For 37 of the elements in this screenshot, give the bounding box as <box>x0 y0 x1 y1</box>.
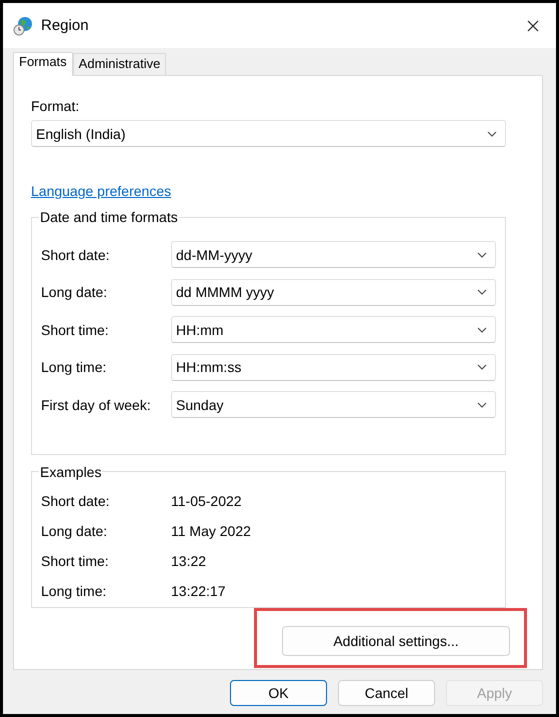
field-label: Long date: <box>41 284 108 300</box>
chevron-down-icon <box>487 130 497 136</box>
close-icon[interactable] <box>527 20 539 32</box>
dialog-button[interactable]: OK <box>230 680 327 706</box>
language-preferences-link[interactable]: Language preferences <box>31 183 172 199</box>
example-label: Short time: <box>41 552 110 569</box>
chevron-down-icon <box>477 402 487 408</box>
group-title: Examples <box>39 464 102 480</box>
chevron-down-icon <box>477 364 487 370</box>
format-dropdown[interactable]: HH:mm:ss <box>171 354 496 380</box>
field-label: Short time: <box>41 322 110 338</box>
field-label: Short date: <box>41 246 110 262</box>
chevron-down-icon <box>477 252 487 258</box>
dialog-button[interactable]: Cancel <box>338 680 435 706</box>
field-label: First day of week: <box>41 396 152 412</box>
group-title: Date and time formats <box>39 209 179 225</box>
window-title: Region <box>41 17 90 34</box>
example-value: 11-05-2022 <box>171 492 242 509</box>
chevron-down-icon <box>477 326 487 332</box>
format-dropdown[interactable]: dd MMMM yyyy <box>171 278 496 306</box>
globe-clock-icon <box>13 16 33 36</box>
example-label: Long time: <box>41 582 108 599</box>
format-dropdown[interactable]: HH:mm <box>171 316 496 343</box>
format-dropdown[interactable]: dd-MM-yyyy <box>171 241 496 268</box>
chevron-down-icon <box>477 289 487 295</box>
field-label: Long time: <box>41 359 108 375</box>
example-value: 11 May 2022 <box>171 522 251 539</box>
example-label: Short date: <box>41 492 110 509</box>
tab[interactable]: Formats <box>13 52 73 76</box>
format-dropdown[interactable]: English (India) <box>31 120 506 147</box>
additional-settings-button[interactable]: Additional settings... <box>282 626 510 656</box>
format-label: Format: <box>31 98 80 114</box>
example-value: 13:22:17 <box>171 582 226 599</box>
tab[interactable]: Administrative <box>72 53 166 75</box>
example-label: Long date: <box>41 522 108 539</box>
format-dropdown[interactable]: Sunday <box>171 391 496 418</box>
example-value: 13:22 <box>171 552 206 569</box>
